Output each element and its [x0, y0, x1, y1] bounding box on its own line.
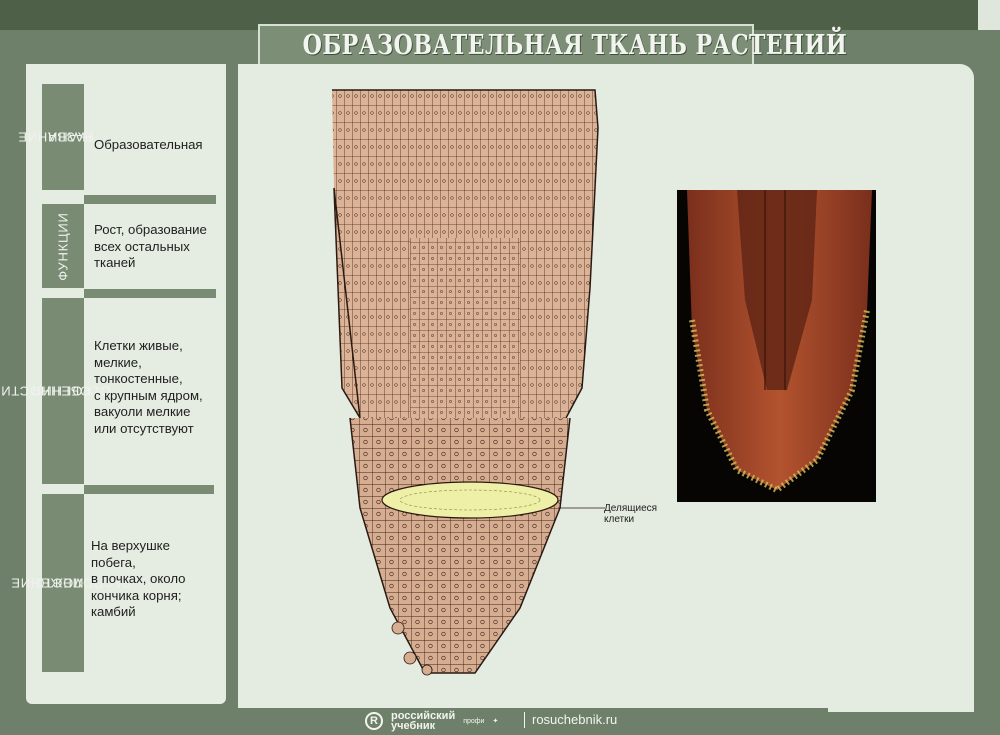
section-divider: [84, 485, 214, 494]
publisher-name-line: учебник: [391, 720, 436, 732]
section-divider: [84, 195, 216, 204]
text-line: с крупным ядром,: [94, 387, 203, 403]
profi-logo: профи: [463, 717, 485, 725]
credits-box: [828, 690, 974, 712]
site-link[interactable]: rosuchebnik.ru: [532, 712, 617, 727]
publisher-name: российский учебник: [391, 711, 455, 732]
root-tip-photo: [677, 190, 876, 502]
text-line: тонкостенные,: [94, 371, 183, 386]
text-line: камбий: [91, 604, 136, 619]
text-line: или отсутствуют: [94, 420, 194, 436]
publisher-logo-icon: R: [365, 712, 383, 730]
text-line: мелкие,: [94, 354, 142, 370]
text-line: На верхушке: [91, 538, 170, 553]
text-line: в почках, около: [91, 571, 186, 586]
tab-functions: ФУНКЦИИ: [42, 204, 84, 288]
tab-label-line: ФУНКЦИИ: [55, 211, 71, 281]
functions-text: Рост, образование всех остальных тканей: [94, 222, 207, 272]
section-divider: [84, 289, 216, 298]
structure-text: Клетки живые, мелкие, тонкостенные, с кр…: [94, 338, 203, 437]
footer-divider: [524, 712, 525, 728]
text-line: тканей: [94, 255, 136, 270]
callout-line: клетки: [604, 514, 635, 525]
text-line: побега,: [91, 554, 136, 570]
location-text: На верхушке побега, в почках, около конч…: [91, 538, 186, 621]
mascot-icon: ✦: [492, 718, 499, 725]
text-line: Клетки живые,: [94, 338, 183, 353]
text-line: кончика корня;: [91, 587, 182, 603]
text-line: всех остальных: [94, 238, 190, 254]
tissue-name-text: Образовательная: [94, 137, 203, 152]
page-title: ОБРАЗОВАТЕЛЬНАЯ ТКАНЬ РАСТЕНИЙ: [302, 30, 848, 61]
publisher-logos: R российский учебник профи ✦: [365, 710, 498, 732]
dividing-cells-label: Делящиеся клетки: [604, 503, 657, 525]
tab-tissue-name: НАЗВАНИЕ ТКАНИ: [17, 84, 94, 190]
callout-line: Делящиеся: [604, 503, 658, 514]
tab-location: МЕСТО- РАСПОЛОЖЕНИЕ: [10, 494, 131, 672]
tab-structure: ОСОБЕННОСТИ СТРОЕНИЯ: [0, 298, 111, 484]
text-line: Рост, образование: [94, 222, 207, 237]
text-line: вакуоли мелкие: [94, 404, 191, 419]
root-tip-drawing: [332, 89, 605, 676]
